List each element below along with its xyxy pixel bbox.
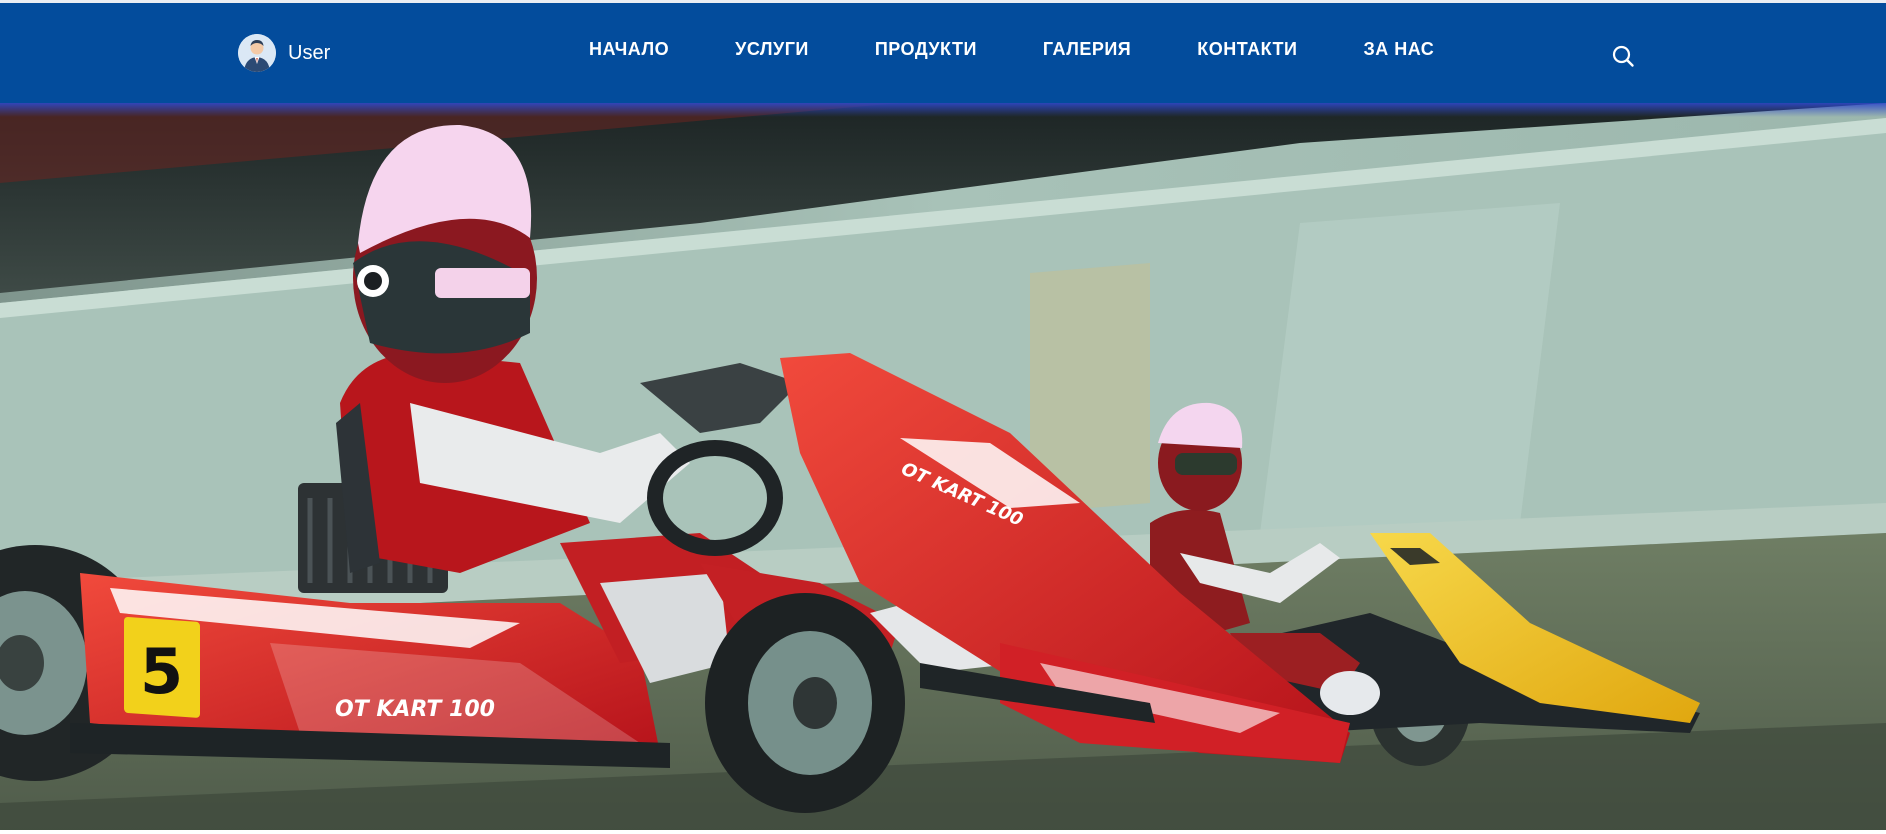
hero-banner: 5 OT KART 100 OT KART 100	[0, 103, 1886, 834]
nav-item-contacts[interactable]: КОНТАКТИ	[1197, 39, 1297, 60]
user-label[interactable]: User	[288, 42, 330, 65]
navbar: User НАЧАЛО УСЛУГИ ПРОДУКТИ ГАЛЕРИЯ КОНТ…	[0, 3, 1886, 103]
user-avatar-icon[interactable]	[238, 34, 276, 72]
bottom-border	[0, 830, 1886, 834]
user-menu[interactable]: User	[238, 33, 330, 73]
nav-item-gallery[interactable]: ГАЛЕРИЯ	[1043, 39, 1131, 60]
kart-number: 5	[140, 635, 183, 708]
nav-item-home[interactable]: НАЧАЛО	[589, 39, 669, 60]
hero-image: 5 OT KART 100 OT KART 100	[0, 103, 1886, 834]
search-icon[interactable]	[1611, 44, 1635, 68]
kart-brand-side: OT KART 100	[335, 697, 495, 722]
nav-item-products[interactable]: ПРОДУКТИ	[875, 39, 977, 60]
nav-item-about[interactable]: ЗА НАС	[1363, 39, 1434, 60]
main-navigation: НАЧАЛО УСЛУГИ ПРОДУКТИ ГАЛЕРИЯ КОНТАКТИ …	[589, 39, 1434, 60]
nav-item-services[interactable]: УСЛУГИ	[735, 39, 809, 60]
